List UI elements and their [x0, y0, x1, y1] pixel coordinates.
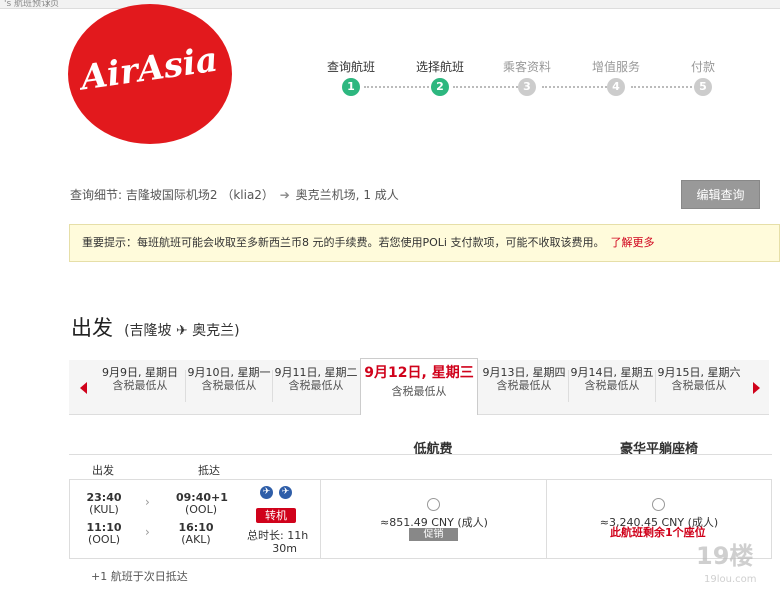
logo-text: AirAsia — [75, 40, 220, 99]
watermark-text: 19楼 — [696, 542, 753, 570]
step-number: 3 — [518, 78, 536, 96]
summary-prefix: 查询细节: — [70, 188, 123, 202]
date-tab-date: 9月10日, 星期一 — [187, 366, 271, 379]
column-divider — [320, 479, 321, 559]
leg1-dep-code: (KUL) — [89, 503, 119, 516]
date-tab-sub: 含税最低从 — [112, 379, 168, 392]
airplane-icon[interactable]: ✈ — [260, 486, 273, 499]
date-tab-sub: 含税最低从 — [584, 379, 640, 392]
learn-more-link[interactable]: 了解更多 — [610, 236, 654, 249]
date-tab-date: 9月12日, 星期三 — [364, 365, 474, 381]
date-tab-date: 9月15日, 星期六 — [657, 366, 741, 379]
step-label: 选择航班 — [415, 60, 464, 74]
leg2-arrival: 16:10 (AKL) — [176, 522, 216, 546]
step-label: 查询航班 — [326, 60, 375, 74]
step-select-flight: 选择航班 2 — [405, 60, 475, 96]
date-tab-date: 9月11日, 星期二 — [274, 366, 358, 379]
total-duration: 总时长: 11h 30m — [247, 529, 308, 555]
promo-badge: 促销 — [409, 528, 458, 541]
leg1-departure: 23:40 (KUL) — [84, 492, 124, 516]
chevron-right-icon: › — [145, 525, 150, 539]
arrow-right-icon: ➔ — [279, 188, 290, 202]
date-tab[interactable]: 9月13日, 星期四 含税最低从 — [481, 366, 567, 406]
date-tab-sub: 含税最低从 — [671, 379, 727, 392]
date-selector: 9月9日, 星期日 含税最低从 9月10日, 星期一 含税最低从 9月11日, … — [69, 358, 769, 415]
step-label: 增值服务 — [591, 60, 640, 74]
notice-text: 重要提示：每班航班可能会收取至多新西兰币8 元的手续费。若您使用POLi 支付款… — [82, 236, 605, 249]
step-passenger-info: 乘客资料 3 — [492, 60, 562, 96]
leg2-departure: 11:10 (OOL) — [84, 522, 124, 546]
watermark-sub: 19lou.com — [704, 574, 757, 585]
departure-heading: 出发 (吉隆坡 ✈ 奥克兰) — [71, 312, 240, 342]
summary-passengers: 1 成人 — [363, 188, 399, 202]
date-tab-sub: 含税最低从 — [288, 379, 344, 392]
step-number: 5 — [694, 78, 712, 96]
date-tab[interactable]: 9月11日, 星期二 含税最低从 — [273, 366, 359, 406]
summary-origin: 吉隆坡国际机场2 （klia2） — [125, 188, 274, 202]
column-header-arrive: 抵达 — [198, 464, 220, 477]
step-payment: 付款 5 — [668, 60, 738, 96]
date-tab[interactable]: 9月10日, 星期一 含税最低从 — [186, 366, 272, 406]
leg2-dep-code: (OOL) — [87, 533, 121, 546]
edit-search-button[interactable]: 编辑查询 — [681, 180, 760, 209]
departure-route: (吉隆坡 ✈ 奥克兰) — [124, 323, 240, 339]
date-tab-sub: 含税最低从 — [391, 385, 447, 398]
airplane-icon[interactable]: ✈ — [279, 486, 292, 499]
logo-wordmark: AirAsia — [75, 40, 220, 99]
watermark-logo: 19楼 19lou.com — [696, 542, 757, 585]
date-tab-sub: 含税最低从 — [496, 379, 552, 392]
date-tab-sub: 含税最低从 — [201, 379, 257, 392]
economy-fare-radio[interactable] — [427, 498, 440, 511]
chevron-right-icon: › — [145, 495, 150, 509]
date-tab[interactable]: 9月9日, 星期日 含税最低从 — [95, 366, 185, 406]
tab-close-icon[interactable]: × — [44, 0, 52, 8]
prev-dates-arrow-icon[interactable] — [80, 382, 87, 394]
duration-line1: 总时长: 11h — [247, 529, 309, 542]
leg1-arr-code: (OOL) — [184, 503, 218, 516]
step-number: 4 — [607, 78, 625, 96]
date-tab[interactable]: 9月14日, 星期五 含税最低从 — [569, 366, 655, 406]
column-divider — [546, 479, 547, 559]
booking-progress: 查询航班 1 选择航班 2 乘客资料 3 增值服务 4 付款 5 — [322, 60, 732, 100]
next-dates-arrow-icon[interactable] — [753, 382, 760, 394]
transfer-badge: 转机 — [256, 508, 296, 523]
step-number: 2 — [431, 78, 449, 96]
leg1-arrival: 09:40+1 (OOL) — [176, 492, 228, 516]
summary-destination: 奥克兰机场, — [295, 188, 360, 202]
step-label: 付款 — [690, 60, 715, 74]
next-day-footnote: +1 航班于次日抵达 — [91, 570, 188, 583]
step-number: 1 — [342, 78, 360, 96]
date-tab[interactable]: 9月15日, 星期六 含税最低从 — [656, 366, 742, 406]
date-tab-date: 9月9日, 星期日 — [102, 366, 178, 379]
date-tab-date: 9月14日, 星期五 — [570, 366, 654, 379]
search-summary: 查询细节: 吉隆坡国际机场2 （klia2） ➔ 奥克兰机场, 1 成人 — [70, 186, 399, 203]
step-search: 查询航班 1 — [316, 60, 386, 96]
duration-line2: 30m — [272, 542, 297, 555]
premium-fare-radio[interactable] — [652, 498, 665, 511]
leg2-arr-code: (AKL) — [181, 533, 211, 546]
airasia-logo[interactable]: AirAsia — [68, 4, 232, 144]
notice-banner: 重要提示：每班航班可能会收取至多新西兰币8 元的手续费。若您使用POLi 支付款… — [69, 224, 780, 262]
column-header-depart: 出发 — [92, 464, 114, 477]
date-tab-date: 9月13日, 星期四 — [482, 366, 566, 379]
date-tab-selected[interactable]: 9月12日, 星期三 含税最低从 — [360, 358, 478, 415]
departure-title: 出发 — [71, 316, 113, 340]
page: 's 航班预订页 × AirAsia 查询航班 1 选择航班 2 乘客资料 3 … — [0, 0, 780, 593]
step-add-ons: 增值服务 4 — [581, 60, 651, 96]
step-label: 乘客资料 — [502, 60, 551, 74]
table-divider — [69, 454, 772, 455]
